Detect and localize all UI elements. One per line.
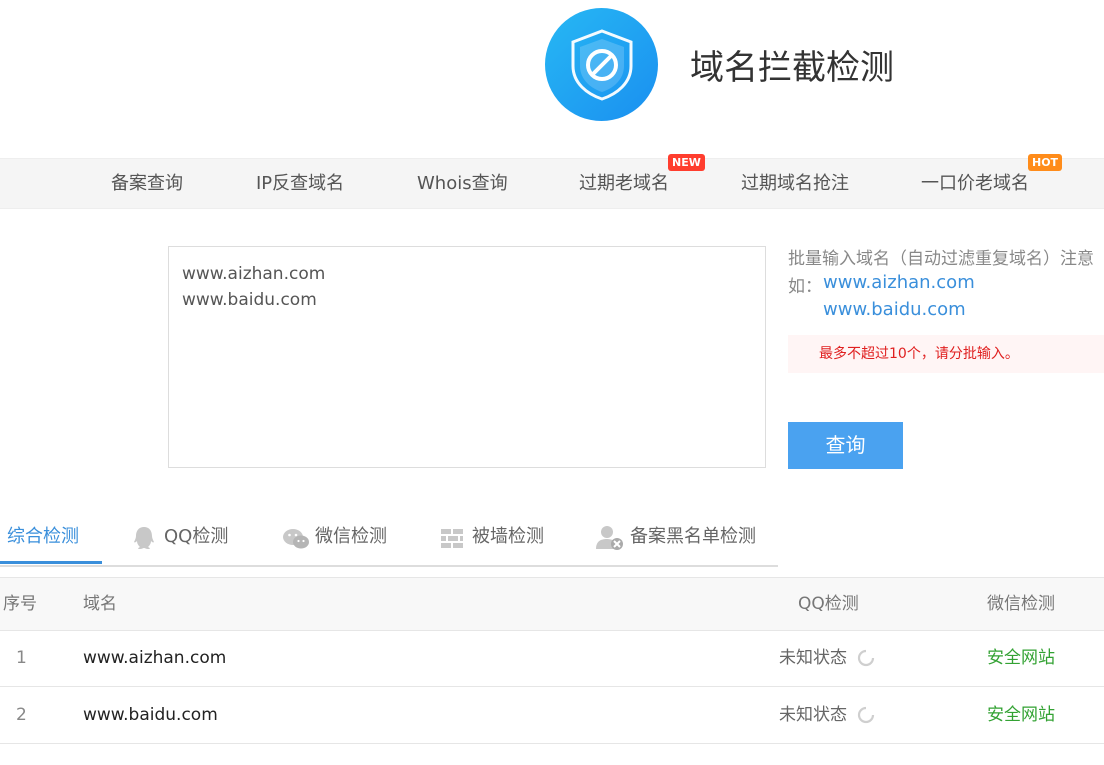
row-domain: www.aizhan.com — [83, 648, 227, 668]
tab-qq[interactable]: QQ检测 — [132, 515, 228, 563]
refresh-icon[interactable] — [857, 649, 875, 667]
table-header: 序号 域名 QQ检测 微信检测 — [0, 577, 1104, 631]
nav-item-ip-reverse[interactable]: IP反查域名 — [256, 159, 344, 208]
nav-item-whois[interactable]: Whois查询 — [417, 159, 508, 208]
header: 域名拦截检测 — [0, 0, 1104, 150]
header-idx: 序号 — [3, 594, 37, 614]
top-nav: 备案查询 IP反查域名 Whois查询 过期老域名 过期域名抢注 一口价老域名 — [0, 158, 1104, 209]
nav-item-fixed-price[interactable]: 一口价老域名 — [921, 159, 1029, 208]
domain-input[interactable]: www.aizhan.com www.baidu.com — [168, 246, 766, 468]
wechat-icon — [283, 529, 309, 549]
example-link[interactable]: www.aizhan.com — [823, 272, 975, 293]
nav-item-domain-snatch[interactable]: 过期域名抢注 — [741, 159, 849, 208]
hot-badge: HOT — [1028, 154, 1063, 171]
refresh-icon[interactable] — [857, 706, 875, 724]
tab-label: 被墙检测 — [472, 526, 544, 547]
shield-block-icon — [571, 29, 633, 101]
row-qq-status: 未知状态 — [779, 705, 847, 725]
header-qq: QQ检测 — [798, 594, 859, 614]
tab-overall[interactable]: 综合检测 — [7, 515, 79, 563]
row-wechat-status: 安全网站 — [987, 648, 1055, 668]
limit-warning: 最多不超过10个，请分批输入。 — [788, 335, 1104, 373]
header-domain: 域名 — [83, 594, 117, 614]
tab-beian-blacklist[interactable]: 备案黑名单检测 — [596, 515, 756, 563]
example-label: 如： — [788, 277, 822, 297]
row-wechat-status: 安全网站 — [987, 705, 1055, 725]
header-wechat: 微信检测 — [987, 594, 1055, 614]
table-row: 1 www.aizhan.com 未知状态 安全网站 — [0, 630, 1104, 687]
tab-label: 备案黑名单检测 — [630, 526, 756, 547]
wall-icon — [441, 529, 463, 548]
tab-label: QQ检测 — [164, 526, 229, 547]
input-hint: 批量输入域名（自动过滤重复域名）注意 — [788, 249, 1094, 269]
user-block-icon — [596, 526, 623, 550]
logo — [545, 8, 658, 121]
page-title: 域名拦截检测 — [690, 48, 894, 88]
row-index: 1 — [16, 648, 27, 668]
row-domain: www.baidu.com — [83, 705, 218, 725]
tab-label: 微信检测 — [315, 526, 387, 547]
query-button[interactable]: 查询 — [788, 422, 903, 469]
nav-item-expired-domains[interactable]: 过期老域名 — [579, 159, 669, 208]
check-tabs: 综合检测 QQ检测 微信检测 被墙检测 备案黑名单检测 — [0, 515, 778, 567]
row-qq-status: 未知状态 — [779, 648, 847, 668]
new-badge: NEW — [668, 154, 705, 171]
tab-wechat[interactable]: 微信检测 — [282, 515, 387, 563]
active-tab-indicator — [0, 561, 102, 564]
table-row: 2 www.baidu.com 未知状态 安全网站 — [0, 687, 1104, 744]
nav-item-beian[interactable]: 备案查询 — [111, 159, 183, 208]
example-link[interactable]: www.baidu.com — [823, 299, 966, 320]
qq-icon — [134, 527, 154, 549]
tab-label: 综合检测 — [7, 526, 79, 547]
tab-wall[interactable]: 被墙检测 — [440, 515, 544, 563]
row-index: 2 — [16, 705, 27, 725]
